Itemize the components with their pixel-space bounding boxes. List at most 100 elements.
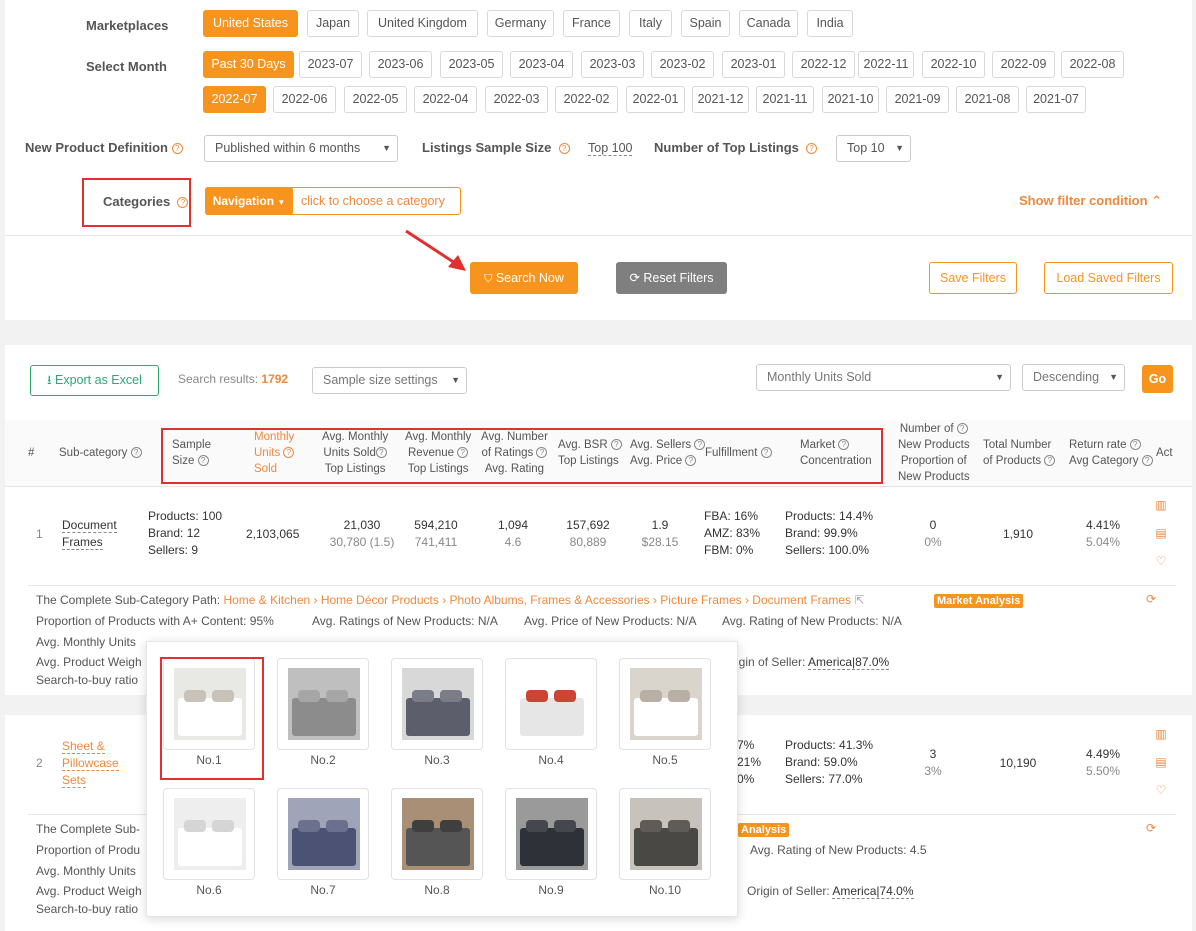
month-tag-6[interactable]: 2022-01 bbox=[626, 86, 685, 113]
market-analysis-badge[interactable]: Market Analysis bbox=[934, 594, 1024, 608]
help-icon[interactable]: ? bbox=[806, 143, 818, 155]
product-image bbox=[402, 798, 474, 870]
product-image bbox=[174, 798, 246, 870]
month-tag-1[interactable]: 2023-07 bbox=[299, 51, 362, 78]
marketplace-tag-8[interactable]: India bbox=[807, 10, 853, 37]
subcategory-link[interactable]: Document Frames bbox=[62, 517, 117, 551]
go-button[interactable]: Go bbox=[1142, 365, 1173, 393]
total-products-cell: 10,190 bbox=[999, 756, 1037, 770]
header-subcategory: Sub-category ? bbox=[59, 445, 142, 461]
reset-filters-button[interactable]: ⟳ Reset Filters bbox=[616, 262, 727, 294]
month-tag-12[interactable]: 2022-08 bbox=[1061, 51, 1124, 78]
save-filters-button[interactable]: Save Filters bbox=[929, 262, 1017, 294]
month-tag-8[interactable]: 2022-12 bbox=[792, 51, 855, 78]
top-listing-label: No.8 bbox=[424, 883, 450, 897]
heart-icon[interactable]: ♡ bbox=[1154, 554, 1168, 568]
refresh-icon[interactable]: ⟳ bbox=[1144, 592, 1158, 606]
subcategory-link[interactable]: Sheet & Pillowcase Sets bbox=[62, 738, 119, 789]
month-tag-1[interactable]: 2022-06 bbox=[273, 86, 336, 113]
month-tag-11[interactable]: 2022-09 bbox=[992, 51, 1055, 78]
listings-sample-size-value[interactable]: Top 100 bbox=[588, 141, 633, 156]
header-total-products: Total Number of Products ? bbox=[983, 437, 1056, 469]
month-tag-9[interactable]: 2021-10 bbox=[822, 86, 879, 113]
help-icon[interactable]: ? bbox=[130, 447, 142, 459]
top-listing-thumbnail[interactable] bbox=[163, 788, 255, 880]
month-tag-5[interactable]: 2022-02 bbox=[555, 86, 618, 113]
month-tag-5[interactable]: 2023-03 bbox=[581, 51, 644, 78]
choose-category-link[interactable]: click to choose a category bbox=[301, 194, 445, 208]
export-excel-button[interactable]: ⭳ Export as Excel bbox=[30, 365, 159, 396]
heart-icon[interactable]: ♡ bbox=[1154, 783, 1168, 797]
help-icon[interactable]: ? bbox=[1129, 439, 1141, 451]
month-tag-10[interactable]: 2022-10 bbox=[922, 51, 985, 78]
month-tag-0[interactable]: 2022-07 bbox=[203, 86, 266, 113]
month-tag-9[interactable]: 2022-11 bbox=[858, 51, 914, 78]
month-tag-11[interactable]: 2021-08 bbox=[956, 86, 1019, 113]
sample-size-cell: Products: 100 Brand: 12 Sellers: 9 bbox=[148, 509, 223, 557]
month-tag-8[interactable]: 2021-11 bbox=[756, 86, 814, 113]
show-filter-condition[interactable]: Show filter condition ⌃ bbox=[1019, 193, 1162, 209]
new-product-definition-select[interactable]: Published within 6 months ▼ bbox=[204, 135, 398, 162]
top-listing-thumbnail[interactable] bbox=[391, 788, 483, 880]
marketplace-tag-7[interactable]: Canada bbox=[739, 10, 798, 37]
top-listings-select[interactable]: Top 10 ▼ bbox=[836, 135, 911, 162]
month-tag-4[interactable]: 2023-04 bbox=[510, 51, 573, 78]
month-tag-7[interactable]: 2023-01 bbox=[722, 51, 785, 78]
return-rate-cell: 4.41% 5.04% bbox=[1085, 518, 1121, 549]
month-tag-3[interactable]: 2022-04 bbox=[414, 86, 477, 113]
help-icon[interactable]: ? bbox=[558, 143, 570, 155]
marketplace-tag-6[interactable]: Spain bbox=[681, 10, 730, 37]
sample-size-settings-select[interactable]: Sample size settings ▼ bbox=[312, 367, 467, 394]
top-listing-thumbnail[interactable] bbox=[277, 788, 369, 880]
top-listing-label: No.2 bbox=[310, 753, 336, 767]
top-listing-thumbnail[interactable] bbox=[619, 788, 711, 880]
month-tag-4[interactable]: 2022-03 bbox=[485, 86, 548, 113]
month-tag-0[interactable]: Past 30 Days bbox=[203, 51, 294, 78]
fulfillment-cell: FBA: 16% AMZ: 83% FBM: 0% bbox=[704, 509, 761, 557]
product-image bbox=[402, 668, 474, 740]
header-highlight-box bbox=[161, 428, 883, 484]
month-tag-3[interactable]: 2023-05 bbox=[440, 51, 503, 78]
marketplace-tag-1[interactable]: Japan bbox=[307, 10, 359, 37]
marketplace-tag-5[interactable]: Italy bbox=[629, 10, 672, 37]
document-icon[interactable]: ▤ bbox=[1154, 526, 1168, 540]
document-icon[interactable]: ▤ bbox=[1154, 755, 1168, 769]
download-icon: ⭳ bbox=[47, 373, 52, 387]
top-listing-thumbnail[interactable] bbox=[505, 788, 597, 880]
marketplace-tag-3[interactable]: Germany bbox=[487, 10, 554, 37]
help-icon[interactable]: ? bbox=[171, 143, 183, 155]
navigation-button[interactable]: Navigation ▼ bbox=[205, 187, 293, 215]
month-tag-12[interactable]: 2021-07 bbox=[1026, 86, 1086, 113]
chart-icon[interactable]: ▥ bbox=[1154, 727, 1168, 741]
help-icon[interactable]: ? bbox=[956, 423, 968, 435]
top-listing-thumbnail[interactable] bbox=[391, 658, 483, 750]
marketplace-tag-0[interactable]: United States bbox=[203, 10, 298, 37]
help-icon[interactable]: ? bbox=[1044, 455, 1056, 467]
load-saved-filters-button[interactable]: Load Saved Filters bbox=[1044, 262, 1173, 294]
sort-order-select[interactable]: Descending ▼ bbox=[1022, 364, 1125, 391]
month-tag-6[interactable]: 2023-02 bbox=[651, 51, 714, 78]
marketplace-tag-2[interactable]: United Kingdom bbox=[367, 10, 478, 37]
avg-revenue-cell: 594,210 741,411 bbox=[414, 518, 458, 549]
month-tag-2[interactable]: 2022-05 bbox=[344, 86, 407, 113]
chart-icon[interactable]: ▥ bbox=[1154, 498, 1168, 512]
top-listing-thumbnail[interactable] bbox=[277, 658, 369, 750]
market-analysis-badge[interactable]: Analysis bbox=[738, 823, 790, 837]
top-listing-thumbnail[interactable] bbox=[505, 658, 597, 750]
help-icon[interactable]: ? bbox=[1141, 455, 1153, 467]
share-icon[interactable]: ⇱ bbox=[854, 593, 864, 607]
top-listing-thumbnail[interactable] bbox=[619, 658, 711, 750]
origin-of-seller: igin of Seller: America|87.0% bbox=[736, 655, 890, 670]
marketplace-tag-4[interactable]: France bbox=[563, 10, 620, 37]
fulfillment-cell: 7% 21% 0% bbox=[737, 738, 762, 786]
month-tag-10[interactable]: 2021-09 bbox=[886, 86, 949, 113]
help-icon[interactable]: ? bbox=[177, 197, 189, 209]
month-tag-2[interactable]: 2023-06 bbox=[369, 51, 432, 78]
search-now-button[interactable]: ⛉ Search Now bbox=[470, 262, 578, 294]
refresh-icon[interactable]: ⟳ bbox=[1144, 821, 1158, 835]
marketplaces-label: Marketplaces bbox=[86, 18, 169, 33]
top-listing-label: No.6 bbox=[196, 883, 222, 897]
sort-field-select[interactable]: Monthly Units Sold ▼ bbox=[756, 364, 1011, 391]
aplus-content: Proportion of Products with A+ Content: … bbox=[36, 614, 274, 628]
month-tag-7[interactable]: 2021-12 bbox=[692, 86, 749, 113]
